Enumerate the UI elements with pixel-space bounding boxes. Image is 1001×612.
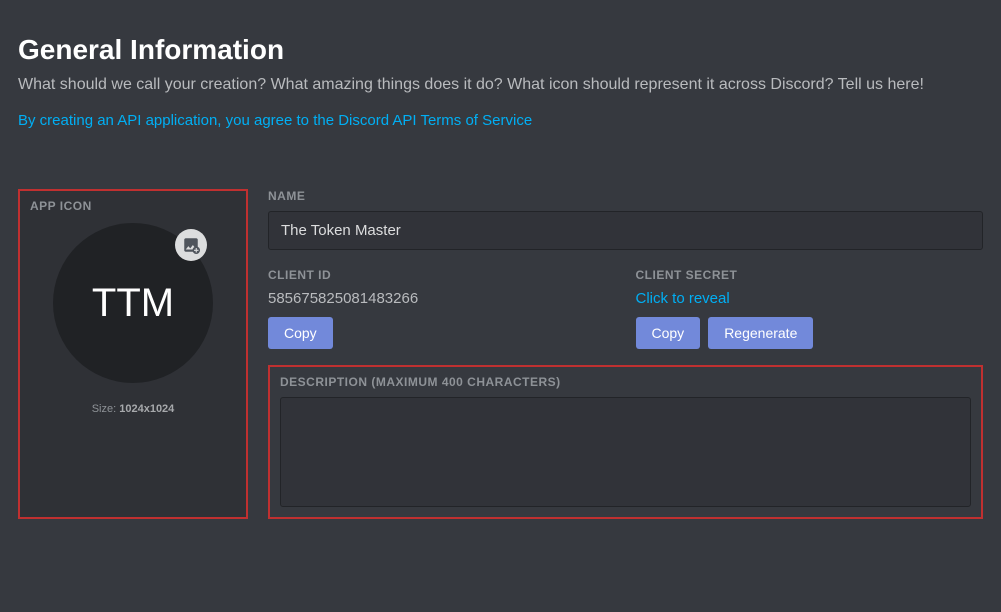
description-input[interactable] — [280, 397, 971, 507]
copy-client-secret-button[interactable]: Copy — [636, 317, 701, 349]
app-icon-size: Size: 1024x1024 — [92, 403, 175, 415]
client-id-value: 585675825081483266 — [268, 290, 616, 307]
app-icon-label: APP ICON — [30, 199, 92, 213]
app-icon-panel: APP ICON TTM Size: 1024x1024 — [18, 189, 248, 519]
client-id-label: CLIENT ID — [268, 268, 616, 282]
size-prefix: Size: — [92, 403, 116, 415]
client-id-section: CLIENT ID 585675825081483266 Copy — [268, 268, 616, 349]
page-subtitle: What should we call your creation? What … — [18, 74, 983, 96]
client-secret-reveal[interactable]: Click to reveal — [636, 290, 984, 307]
image-upload-icon[interactable] — [175, 229, 207, 261]
copy-client-id-button[interactable]: Copy — [268, 317, 333, 349]
size-value: 1024x1024 — [119, 403, 174, 415]
description-label: DESCRIPTION (MAXIMUM 400 CHARACTERS) — [280, 375, 971, 389]
description-panel: DESCRIPTION (MAXIMUM 400 CHARACTERS) — [268, 365, 983, 519]
app-icon-upload[interactable]: TTM — [53, 223, 213, 383]
regenerate-button[interactable]: Regenerate — [708, 317, 813, 349]
name-input[interactable] — [268, 211, 983, 250]
client-secret-section: CLIENT SECRET Click to reveal Copy Regen… — [636, 268, 984, 349]
tos-link[interactable]: By creating an API application, you agre… — [18, 112, 532, 129]
page-title: General Information — [18, 34, 983, 66]
name-label: NAME — [268, 189, 983, 203]
client-secret-label: CLIENT SECRET — [636, 268, 984, 282]
